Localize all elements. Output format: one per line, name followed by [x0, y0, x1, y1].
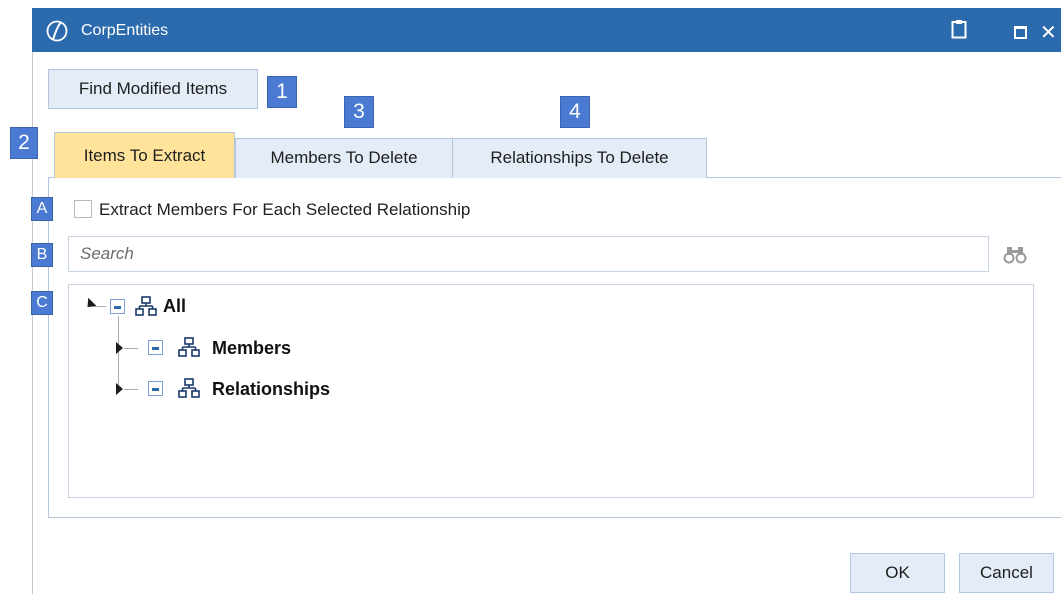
tree-connector	[124, 348, 138, 349]
callout-badge-b: B	[31, 243, 53, 267]
tree-checkbox-relationships[interactable]	[148, 381, 163, 396]
hierarchy-icon	[178, 378, 200, 398]
tree-node-relationships[interactable]: Relationships	[212, 377, 330, 401]
cancel-button[interactable]: Cancel	[959, 553, 1054, 593]
clipboard-icon[interactable]	[951, 19, 967, 39]
tree-node-members[interactable]: Members	[212, 336, 291, 360]
callout-badge-4: 4	[560, 96, 590, 128]
callout-badge-3: 3	[344, 96, 374, 128]
title-bar	[32, 8, 1061, 52]
callout-badge-2: 2	[10, 127, 38, 159]
search-placeholder: Search	[80, 244, 134, 263]
extract-members-label[interactable]: Extract Members For Each Selected Relati…	[99, 198, 470, 222]
find-modified-items-button[interactable]: Find Modified Items	[48, 69, 258, 109]
callout-badge-c: C	[31, 291, 53, 315]
hierarchy-icon	[135, 296, 157, 316]
expand-arrow-icon[interactable]	[116, 383, 123, 395]
callout-badge-a: A	[31, 197, 53, 221]
tree-connector	[96, 306, 106, 307]
close-icon[interactable]: ✕	[1040, 21, 1061, 43]
tree-connector	[124, 389, 138, 390]
tab-members-to-delete[interactable]: Members To Delete	[235, 138, 453, 178]
app-logo-icon	[46, 20, 68, 42]
tab-items-to-extract[interactable]: Items To Extract	[54, 132, 235, 178]
hierarchy-icon	[178, 337, 200, 357]
binoculars-icon[interactable]	[1003, 243, 1027, 265]
tree-checkbox-members[interactable]	[148, 340, 163, 355]
tree-node-all[interactable]: All	[163, 294, 186, 318]
extract-members-checkbox[interactable]	[74, 200, 92, 218]
window-title: CorpEntities	[81, 22, 169, 39]
search-input[interactable]	[68, 236, 989, 272]
tab-relationships-to-delete[interactable]: Relationships To Delete	[452, 138, 707, 178]
expand-arrow-icon[interactable]	[116, 342, 123, 354]
callout-badge-1: 1	[267, 76, 297, 108]
ok-button[interactable]: OK	[850, 553, 945, 593]
maximize-icon[interactable]	[1014, 26, 1027, 39]
tree-checkbox-all[interactable]	[110, 299, 125, 314]
